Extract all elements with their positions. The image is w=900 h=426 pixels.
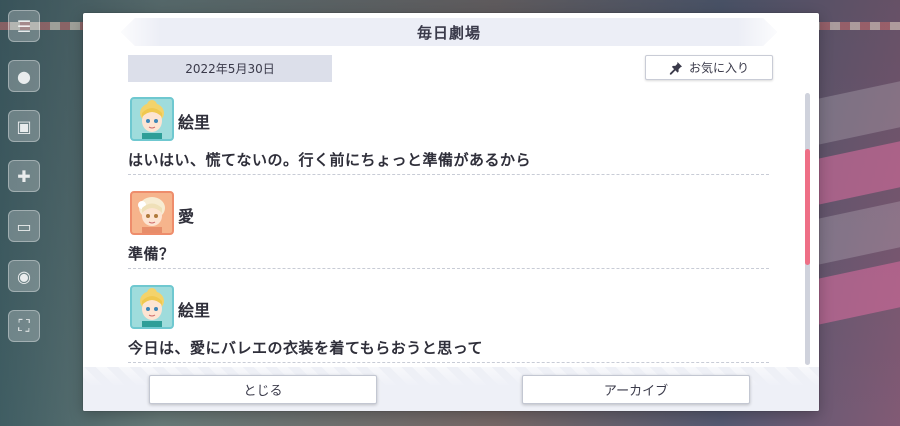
fullscreen-icon: ⛶ bbox=[8, 310, 40, 342]
speaker-name: 絵里 bbox=[178, 301, 211, 320]
message-text: 準備？ bbox=[128, 245, 175, 263]
message-text: 今日は、愛にバレエの衣装を着てもらおうと思って bbox=[128, 339, 484, 357]
message-divider bbox=[128, 174, 769, 175]
camera-icon: ◉ bbox=[8, 260, 40, 292]
eli-avatar bbox=[130, 285, 174, 329]
chat-icon: ● bbox=[8, 60, 40, 92]
message-divider bbox=[128, 362, 769, 363]
favorite-button[interactable]: お気に入り bbox=[645, 55, 773, 80]
message-item: 絵里 今日は、愛にバレエの衣装を着てもらおうと思って bbox=[128, 283, 773, 377]
eli-avatar bbox=[130, 97, 174, 141]
dialog-title: 毎日劇場 bbox=[416, 23, 481, 42]
archive-button[interactable]: アーカイブ bbox=[522, 375, 750, 404]
screen-icon: ▭ bbox=[8, 210, 40, 242]
message-item: 絵里 はいはい、慌てないの。行く前にちょっと準備があるから bbox=[128, 95, 773, 189]
close-button[interactable]: とじる bbox=[149, 375, 377, 404]
scrollbar-thumb[interactable] bbox=[805, 149, 810, 265]
message-list[interactable]: 絵里 はいはい、慌てないの。行く前にちょっと準備があるから 愛 準備？ 絵里 今… bbox=[128, 93, 773, 383]
speaker-name: 愛 bbox=[178, 207, 195, 226]
gift-icon: ✚ bbox=[8, 160, 40, 192]
message-item: 愛 準備？ bbox=[128, 189, 773, 283]
bag-icon: ▣ bbox=[8, 110, 40, 142]
pin-icon bbox=[669, 61, 683, 75]
favorite-label: お気に入り bbox=[688, 61, 749, 75]
ai-avatar bbox=[130, 191, 174, 235]
message-divider bbox=[128, 268, 769, 269]
dialog-title-bar: 毎日劇場 bbox=[121, 18, 777, 46]
menu-icon: ☰ bbox=[8, 10, 40, 42]
speaker-name: 絵里 bbox=[178, 113, 211, 132]
daily-theater-dialog: 毎日劇場 2022年5月30日 お気に入り 絵里 はいはい、慌てないの。行く前に… bbox=[83, 13, 819, 411]
message-text: はいはい、慌てないの。行く前にちょっと準備があるから bbox=[128, 151, 532, 169]
date-label: 2022年5月30日 bbox=[128, 55, 332, 82]
